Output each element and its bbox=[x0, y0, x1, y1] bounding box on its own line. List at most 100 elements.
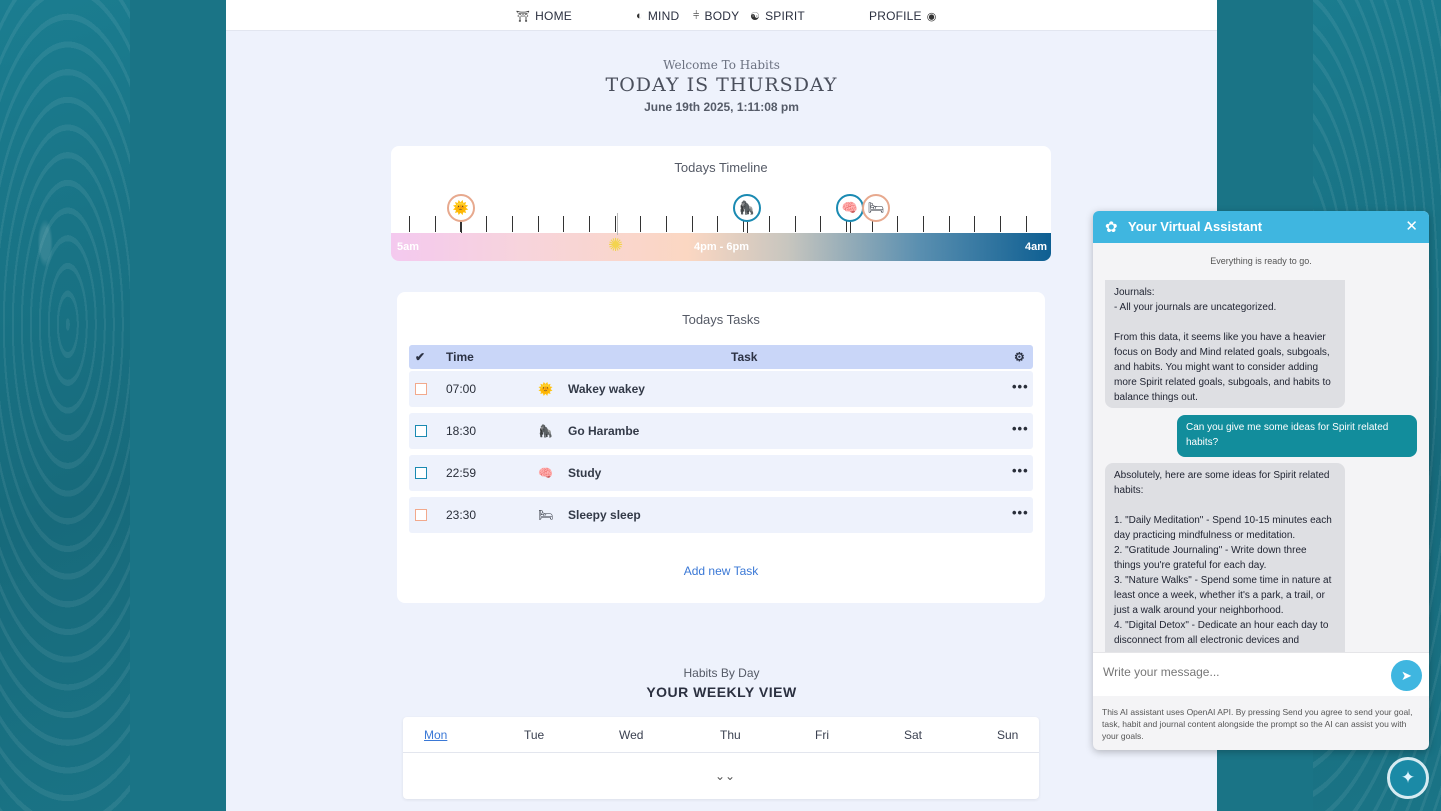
welcome-header: Welcome To Habits TODAY IS THURSDAY June… bbox=[226, 58, 1217, 114]
timeline-tick bbox=[614, 216, 616, 232]
time-column-header: Time bbox=[446, 350, 474, 364]
tab-thu[interactable]: Thu bbox=[720, 728, 741, 742]
tab-fri[interactable]: Fri bbox=[815, 728, 829, 742]
timeline-marker-bed[interactable]: 🛏 bbox=[862, 194, 890, 222]
more-options-icon[interactable]: ••• bbox=[1012, 421, 1029, 436]
tab-tue[interactable]: Tue bbox=[524, 728, 544, 742]
nav-spirit[interactable]: ☯ SPIRIT bbox=[750, 9, 805, 23]
check-all-icon[interactable]: ✔ bbox=[415, 350, 425, 364]
task-time: 23:30 bbox=[446, 508, 477, 522]
timeline-tick bbox=[948, 216, 950, 232]
timeline-tick bbox=[1025, 216, 1027, 232]
timeline-tick bbox=[1000, 216, 1002, 232]
message-input[interactable] bbox=[1103, 665, 1373, 679]
nav-body[interactable]: ⫩ BODY bbox=[693, 9, 739, 23]
tasks-table-header: ✔ Time Task ⚙ bbox=[409, 345, 1033, 369]
sun-icon: 🌞 bbox=[538, 382, 553, 396]
assistant-title: Your Virtual Assistant bbox=[1128, 219, 1263, 234]
nav-mind[interactable]: ◐ MIND bbox=[636, 9, 679, 23]
table-row[interactable]: 22:59 🧠 Study ••• bbox=[409, 455, 1033, 491]
send-button[interactable]: ➤ bbox=[1391, 660, 1422, 691]
bed-icon: 🛏 bbox=[538, 508, 554, 522]
more-options-icon[interactable]: ••• bbox=[1012, 379, 1029, 394]
nav-body-label: BODY bbox=[704, 9, 740, 23]
timeline-tick bbox=[434, 216, 436, 232]
assistant-toggle-button[interactable]: ✦ bbox=[1387, 757, 1429, 799]
tasks-title: Todays Tasks bbox=[682, 312, 760, 327]
timeline-tick bbox=[820, 216, 822, 232]
task-checkbox[interactable] bbox=[415, 509, 427, 521]
task-column-header: Task bbox=[731, 350, 758, 364]
timeline-tick bbox=[511, 216, 513, 232]
nav-spirit-label: SPIRIT bbox=[765, 9, 805, 23]
tab-mon[interactable]: Mon bbox=[424, 728, 447, 742]
table-row[interactable]: 23:30 🛏 Sleepy sleep ••• bbox=[409, 497, 1033, 533]
task-checkbox[interactable] bbox=[415, 425, 427, 437]
tasks-card: Todays Tasks ✔ Time Task ⚙ 07:00 🌞 Wakey… bbox=[397, 292, 1045, 603]
assistant-header: ✿ Your Virtual Assistant ✕ bbox=[1093, 211, 1429, 243]
timeline-end-label: 4am bbox=[1025, 241, 1048, 253]
timeline-tick bbox=[588, 216, 590, 232]
page-title: TODAY IS THURSDAY bbox=[605, 74, 838, 96]
weekly-view-card: Mon Tue Wed Thu Fri Sat Sun ⌄⌄ bbox=[403, 717, 1039, 799]
task-name: Wakey wakey bbox=[568, 382, 645, 396]
assistant-message: Absolutely, here are some ideas for Spir… bbox=[1105, 463, 1345, 652]
task-time: 22:59 bbox=[446, 466, 477, 480]
tab-sun[interactable]: Sun bbox=[997, 728, 1018, 742]
assistant-disclaimer: This AI assistant uses OpenAI API. By pr… bbox=[1102, 707, 1413, 741]
timeline-tick bbox=[640, 216, 642, 232]
tab-wed[interactable]: Wed bbox=[619, 728, 643, 742]
close-icon[interactable]: ✕ bbox=[1405, 217, 1418, 235]
virtual-assistant-panel: ✿ Your Virtual Assistant ✕ Everything is… bbox=[1093, 211, 1429, 750]
chevron-down-icon[interactable]: ⌄⌄ bbox=[715, 769, 735, 783]
nav-home[interactable]: ⛩ HOME bbox=[516, 9, 572, 23]
main-content: ⛩ HOME ◐ MIND ⫩ BODY ☯ SPIRIT PROFILE ◉ … bbox=[226, 0, 1217, 811]
timeline-tick bbox=[537, 216, 539, 232]
timeline-tick bbox=[897, 216, 899, 232]
current-time-sun-icon: ✺ bbox=[608, 235, 624, 255]
send-icon: ➤ bbox=[1401, 667, 1412, 683]
timeline-tick bbox=[768, 216, 770, 232]
gorilla-icon: 🦍 bbox=[538, 424, 553, 438]
nav-profile[interactable]: PROFILE ◉ bbox=[869, 9, 937, 23]
timeline-start-label: 5am bbox=[397, 241, 420, 253]
sun-icon: 🌞 bbox=[452, 200, 470, 215]
torii-gate-icon: ⛩ bbox=[516, 10, 531, 23]
task-checkbox[interactable] bbox=[415, 467, 427, 479]
user-message: Can you give me some ideas for Spirit re… bbox=[1177, 415, 1417, 457]
more-options-icon[interactable]: ••• bbox=[1012, 505, 1029, 520]
weekday-tabs: Mon Tue Wed Thu Fri Sat Sun bbox=[403, 717, 1039, 753]
add-task-link[interactable]: Add new Task bbox=[397, 564, 1045, 578]
timeline-tick bbox=[717, 216, 719, 232]
settings-icon[interactable]: ⚙ bbox=[1014, 350, 1025, 364]
timeline-tick bbox=[409, 216, 410, 232]
nav-profile-label: PROFILE bbox=[869, 9, 922, 23]
sparkle-icon: ✦ bbox=[1400, 768, 1416, 787]
timeline-card: Todays Timeline 🌞 🦍 🧠 🛏 5am 4pm - 6pm 4a… bbox=[391, 146, 1051, 261]
habits-title: YOUR WEEKLY VIEW bbox=[646, 684, 797, 700]
tab-sat[interactable]: Sat bbox=[904, 728, 922, 742]
timeline-bar: 5am 4pm - 6pm 4am bbox=[391, 233, 1051, 261]
timeline-mid-label: 4pm - 6pm bbox=[694, 241, 750, 253]
dumbbell-icon: ⫩ bbox=[693, 9, 700, 22]
top-navigation: ⛩ HOME ◐ MIND ⫩ BODY ☯ SPIRIT PROFILE ◉ bbox=[226, 0, 1217, 31]
task-time: 07:00 bbox=[446, 382, 477, 396]
timeline-marker-brain[interactable]: 🧠 bbox=[836, 194, 864, 222]
timeline-tick bbox=[563, 216, 565, 232]
timeline-marker-sun[interactable]: 🌞 bbox=[447, 194, 475, 222]
timeline-tick bbox=[923, 216, 924, 232]
timeline-tick bbox=[691, 216, 693, 232]
assistant-status: Everything is ready to go. bbox=[1210, 256, 1312, 266]
task-name: Go Harambe bbox=[568, 424, 640, 438]
timeline-marker-gorilla[interactable]: 🦍 bbox=[733, 194, 761, 222]
welcome-subtitle: Welcome To Habits bbox=[663, 58, 780, 72]
more-options-icon[interactable]: ••• bbox=[1012, 463, 1029, 478]
task-name: Sleepy sleep bbox=[568, 508, 641, 522]
timeline-tick bbox=[486, 216, 488, 232]
table-row[interactable]: 07:00 🌞 Wakey wakey ••• bbox=[409, 371, 1033, 407]
table-row[interactable]: 18:30 🦍 Go Harambe ••• bbox=[409, 413, 1033, 449]
yin-yang-icon: ☯ bbox=[750, 10, 761, 23]
task-checkbox[interactable] bbox=[415, 383, 427, 395]
assistant-message: Journals: - All your journals are uncate… bbox=[1105, 280, 1345, 408]
message-composer: ➤ bbox=[1093, 652, 1429, 696]
